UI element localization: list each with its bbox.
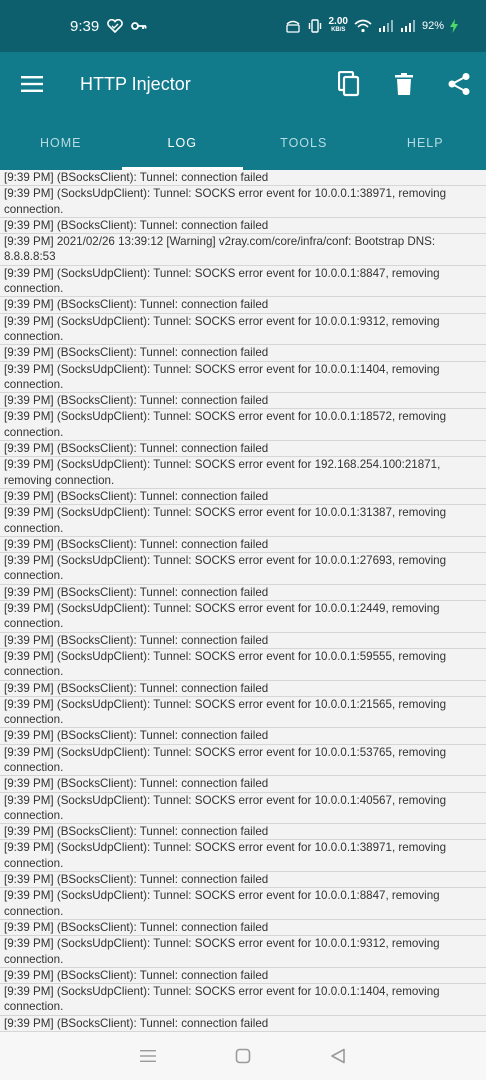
trash-icon xyxy=(394,73,413,95)
log-line: [9:39 PM] (SocksUdpClient): Tunnel: SOCK… xyxy=(0,984,486,1016)
app-bar: HTTP Injector xyxy=(0,52,486,116)
log-line: [9:39 PM] 2021/02/26 13:39:12 [Warning] … xyxy=(0,234,486,266)
copy-icon xyxy=(337,71,359,97)
log-line: [9:39 PM] (BSocksClient): Tunnel: connec… xyxy=(0,968,486,985)
log-line: [9:39 PM] (BSocksClient): Tunnel: connec… xyxy=(0,441,486,458)
signal-2-icon xyxy=(400,20,416,32)
data-rate: 2.00 KB/S xyxy=(328,16,348,34)
log-line: [9:39 PM] (SocksUdpClient): Tunnel: SOCK… xyxy=(0,314,486,346)
log-line: [9:39 PM] (SocksUdpClient): Tunnel: SOCK… xyxy=(0,888,486,920)
log-list[interactable]: [9:39 PM] (BSocksClient): Tunnel: connec… xyxy=(0,170,486,1032)
hamburger-icon xyxy=(21,76,43,92)
log-line: [9:39 PM] (SocksUdpClient): Tunnel: SOCK… xyxy=(0,553,486,585)
log-line: [9:39 PM] (SocksUdpClient): Tunnel: SOCK… xyxy=(0,793,486,825)
log-line: [9:39 PM] (SocksUdpClient): Tunnel: SOCK… xyxy=(0,266,486,298)
charging-icon xyxy=(450,19,458,33)
system-nav-bar xyxy=(0,1032,486,1080)
status-bar: 9:39 2.00 KB/S 92% xyxy=(0,0,486,52)
signal-1-icon xyxy=(378,20,394,32)
share-button[interactable] xyxy=(431,52,486,116)
tab-tools[interactable]: TOOLS xyxy=(243,116,365,170)
log-line: [9:39 PM] (BSocksClient): Tunnel: connec… xyxy=(0,585,486,602)
tab-help[interactable]: HELP xyxy=(365,116,486,170)
home-button[interactable] xyxy=(223,1036,263,1076)
status-time: 9:39 xyxy=(70,17,100,35)
back-icon xyxy=(331,1048,346,1064)
log-line: [9:39 PM] (BSocksClient): Tunnel: connec… xyxy=(0,489,486,506)
log-line: [9:39 PM] (BSocksClient): Tunnel: connec… xyxy=(0,345,486,362)
log-line: [9:39 PM] (BSocksClient): Tunnel: connec… xyxy=(0,170,486,187)
log-line: [9:39 PM] (SocksUdpClient): Tunnel: SOCK… xyxy=(0,457,486,489)
tab-bar: HOME LOG TOOLS HELP xyxy=(0,116,486,170)
tab-log[interactable]: LOG xyxy=(121,116,244,170)
log-line: [9:39 PM] (BSocksClient): Tunnel: connec… xyxy=(0,633,486,649)
log-line: [9:39 PM] (SocksUdpClient): Tunnel: SOCK… xyxy=(0,745,486,777)
menu-button[interactable] xyxy=(0,52,64,116)
vpn-key-icon xyxy=(131,21,147,31)
log-line: [9:39 PM] (BSocksClient): Tunnel: connec… xyxy=(0,776,486,793)
log-line: [9:39 PM] (BSocksClient): Tunnel: connec… xyxy=(0,297,486,314)
home-icon xyxy=(235,1048,251,1064)
notification-heart-icon xyxy=(107,19,124,33)
log-line: [9:39 PM] (SocksUdpClient): Tunnel: SOCK… xyxy=(0,601,486,633)
recents-button[interactable] xyxy=(128,1036,168,1076)
log-line: [9:39 PM] (SocksUdpClient): Tunnel: SOCK… xyxy=(0,186,486,218)
app-title: HTTP Injector xyxy=(80,73,191,94)
log-line: [9:39 PM] (SocksUdpClient): Tunnel: SOCK… xyxy=(0,505,486,537)
recents-icon xyxy=(139,1050,156,1062)
log-line: [9:39 PM] (BSocksClient): Tunnel: connec… xyxy=(0,537,486,554)
battery-percent: 92% xyxy=(421,20,444,32)
wifi-icon xyxy=(354,19,372,33)
tab-home[interactable]: HOME xyxy=(0,116,122,170)
share-icon xyxy=(448,73,469,95)
log-line: [9:39 PM] (BSocksClient): Tunnel: connec… xyxy=(0,872,486,889)
log-line: [9:39 PM] (SocksUdpClient): Tunnel: SOCK… xyxy=(0,362,486,394)
log-line: [9:39 PM] (BSocksClient): Tunnel: connec… xyxy=(0,393,486,410)
back-button[interactable] xyxy=(318,1036,358,1076)
log-line: [9:39 PM] (BSocksClient): Tunnel: connec… xyxy=(0,218,486,235)
delete-button[interactable] xyxy=(376,52,431,116)
log-line: [9:39 PM] (BSocksClient): Tunnel: connec… xyxy=(0,824,486,841)
data-rate-unit: KB/S xyxy=(331,27,346,33)
log-line: [9:39 PM] (SocksUdpClient): Tunnel: SOCK… xyxy=(0,840,486,873)
log-line: [9:39 PM] (SocksUdpClient): Tunnel: SOCK… xyxy=(0,409,486,442)
log-line: [9:39 PM] (SocksUdpClient): Tunnel: SOCK… xyxy=(0,649,486,681)
log-line: [9:39 PM] (BSocksClient): Tunnel: connec… xyxy=(0,728,486,745)
copy-button[interactable] xyxy=(321,52,376,116)
hd-call-icon xyxy=(285,19,301,33)
log-line: [9:39 PM] (BSocksClient): Tunnel: connec… xyxy=(0,1016,486,1032)
log-line: [9:39 PM] (BSocksClient): Tunnel: connec… xyxy=(0,681,486,697)
vibrate-icon xyxy=(307,19,323,33)
log-line: [9:39 PM] (SocksUdpClient): Tunnel: SOCK… xyxy=(0,936,486,968)
log-line: [9:39 PM] (BSocksClient): Tunnel: connec… xyxy=(0,920,486,937)
data-rate-value: 2.00 xyxy=(328,16,348,27)
log-line: [9:39 PM] (SocksUdpClient): Tunnel: SOCK… xyxy=(0,697,486,729)
